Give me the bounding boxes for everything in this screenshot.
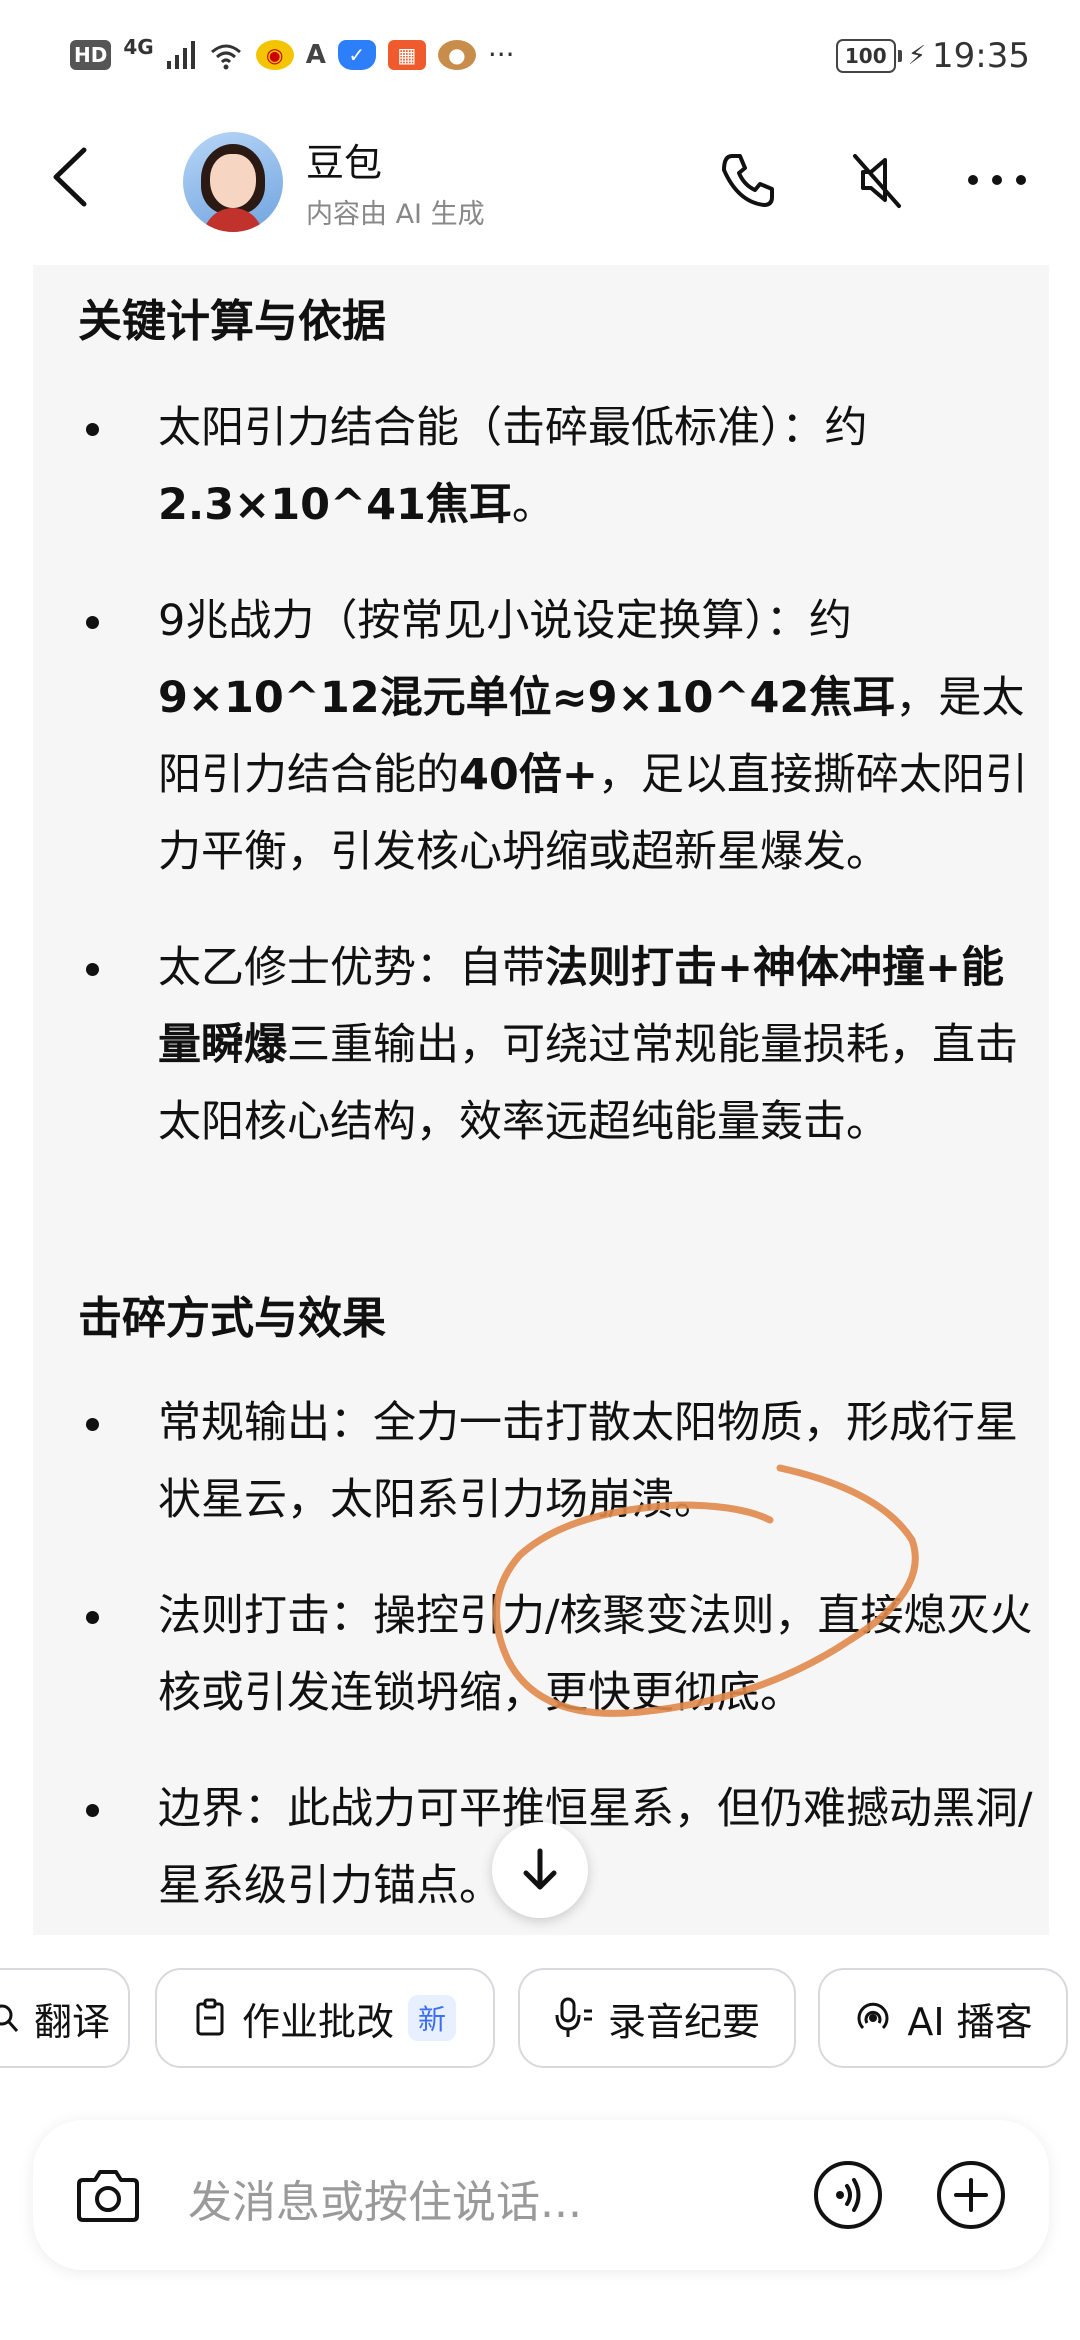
translate-icon [0, 2004, 19, 2032]
list-item: 太阳引力结合能（击碎最低标准）：约2.3×10^41焦耳。 [78, 390, 1038, 544]
status-icons-left: HD 4G ◉ A ✓ ▦ ● ··· [70, 34, 515, 71]
list-item: 法则打击：操控引力/核聚变法则，直接熄灭火核或引发连锁坍缩，更快更彻底。 [78, 1578, 1038, 1732]
camera-icon[interactable] [75, 2162, 141, 2228]
list-item: 太乙修士优势：自带法则打击+神体冲撞+能量瞬爆三重输出，可绕过常规能量损耗，直击… [78, 930, 1038, 1161]
microphone-icon [555, 1997, 592, 2037]
mute-icon[interactable] [845, 148, 909, 212]
podcast-chip[interactable]: AI 播客 [818, 1968, 1068, 2068]
plus-icon[interactable] [936, 2160, 1006, 2230]
battery-tip [897, 50, 902, 62]
podcast-icon [857, 2002, 889, 2030]
message-input-bar: 发消息或按住说话... [33, 2120, 1049, 2270]
homework-chip[interactable]: 作业批改 新 [155, 1968, 495, 2068]
arrow-down-icon [523, 1848, 557, 1890]
signal-4g-icon: 4G [123, 34, 154, 59]
list-item: 9兆战力（按常见小说设定换算）：约9×10^12混元单位≈9×10^42焦耳，是… [78, 583, 1038, 891]
signal-bars-icon [166, 40, 195, 69]
chat-header: 豆包 内容由 AI 生成 [0, 120, 1080, 250]
chat-title: 豆包 [306, 141, 383, 185]
wifi-6-icon [210, 44, 241, 69]
more-dots-icon: ··· [487, 38, 515, 71]
translate-chip[interactable]: 翻译 [0, 1968, 130, 2068]
status-icons-right: 100 ⚡ 19:35 [835, 36, 1030, 76]
section-title: 击碎方式与效果 [78, 1293, 386, 1344]
quick-actions: 翻译 作业批改 新 录音纪要 AI 播客 [0, 1968, 1080, 2078]
back-icon[interactable] [40, 142, 100, 212]
recording-chip[interactable]: 录音纪要 [518, 1968, 796, 2068]
weibo-icon: ◉ [255, 39, 294, 70]
scroll-to-bottom-button[interactable] [492, 1822, 588, 1918]
message-input[interactable]: 发消息或按住说话... [188, 2166, 582, 2230]
dog-avatar-icon: ● [437, 39, 476, 70]
more-options-icon[interactable] [965, 170, 1029, 190]
avatar[interactable] [183, 132, 283, 232]
hd-icon: HD [70, 39, 112, 70]
voice-call-icon[interactable] [813, 2160, 883, 2230]
shield-icon: ✓ [337, 39, 376, 70]
ai-disclaimer: 内容由 AI 生成 [306, 199, 485, 230]
phone-icon[interactable] [718, 150, 778, 210]
charging-icon: ⚡ [907, 41, 927, 71]
clipboard-icon [196, 1998, 224, 2036]
clock: 19:35 [932, 36, 1030, 76]
section-title: 关键计算与依据 [78, 296, 386, 347]
battery-icon: 100 [835, 39, 896, 73]
message-bubble: 关键计算与依据 太阳引力结合能（击碎最低标准）：约2.3×10^41焦耳。 9兆… [33, 265, 1049, 1935]
list-item: 常规输出：全力一击打散太阳物质，形成行星状星云，太阳系引力场崩溃。 [78, 1385, 1038, 1539]
a-app-icon: A [305, 39, 326, 70]
status-bar: HD 4G ◉ A ✓ ▦ ● ··· 100 ⚡ 19:35 [0, 0, 1080, 110]
new-badge: 新 [408, 1995, 457, 2041]
app-icon: ▦ [387, 39, 426, 70]
